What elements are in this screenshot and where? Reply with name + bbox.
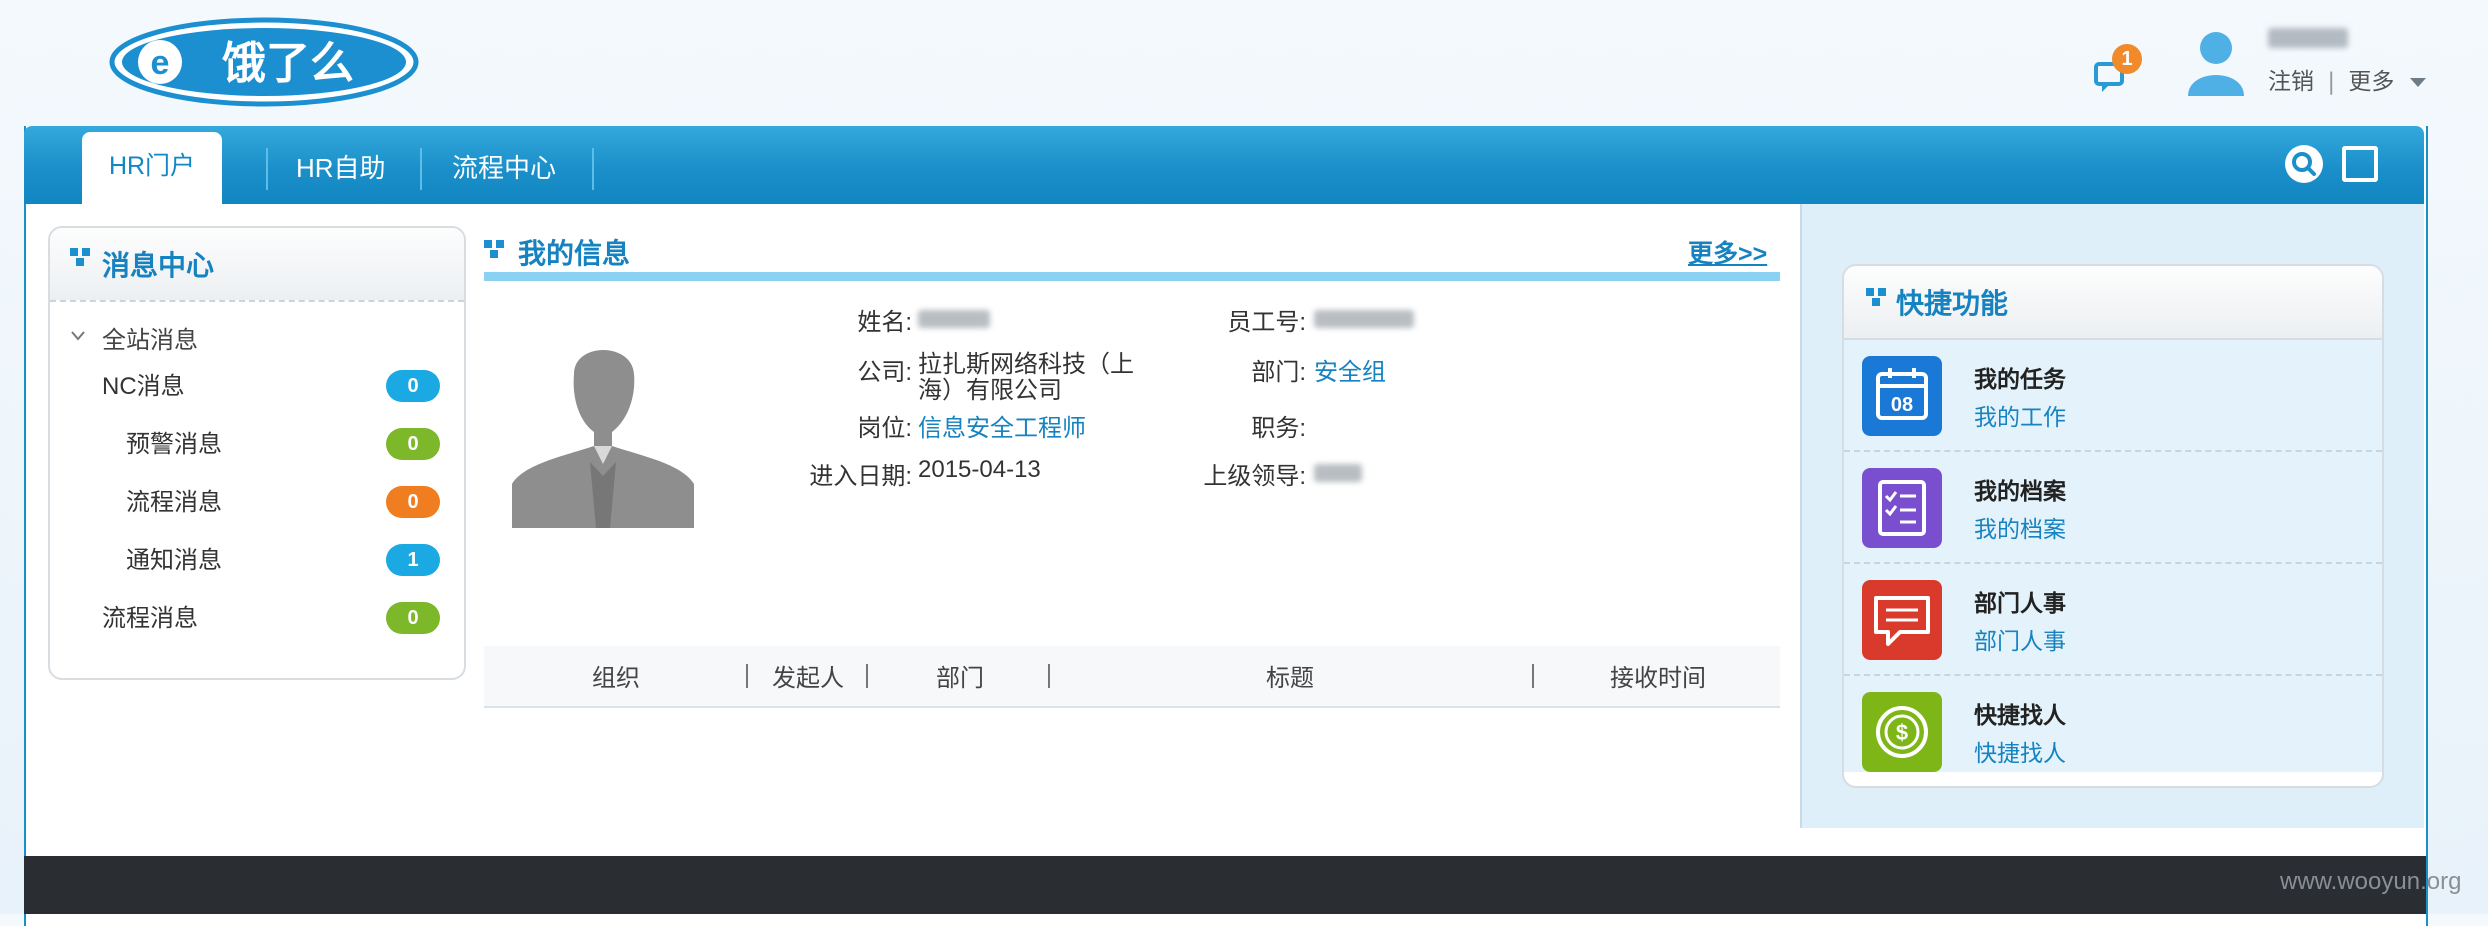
chevron-down-icon[interactable] — [2410, 78, 2427, 87]
group-all-messages[interactable]: 全站消息 — [102, 320, 198, 355]
tab-divider — [266, 148, 268, 190]
profile-photo-placeholder — [512, 350, 694, 528]
title-underline — [484, 272, 1780, 281]
username-redacted — [2268, 28, 2348, 48]
company-value: 拉扎斯网络科技（上海）有限公司 — [918, 351, 1134, 404]
name-label: 姓名: — [857, 309, 912, 336]
message-center-title: 消息中心 — [102, 250, 215, 281]
message-table-header — [484, 646, 1780, 708]
msg-count-badge: 0 — [386, 602, 440, 634]
quick-item-title[interactable]: 快捷找人 — [1974, 696, 2066, 730]
logout-link[interactable]: 注销 — [2268, 69, 2314, 95]
duty-label: 职务: — [1251, 415, 1306, 442]
calendar-badge: 08 — [1891, 394, 1913, 416]
svg-text:e: e — [151, 44, 170, 82]
more-menu[interactable]: 更多 — [2348, 69, 2394, 95]
position-value[interactable]: 信息安全工程师 — [918, 408, 1086, 443]
my-info-title: 我的信息 — [518, 238, 631, 269]
tab-hr-self-service[interactable]: HR自助 — [296, 144, 386, 192]
employee-no-redacted — [1314, 310, 1414, 328]
column-divider — [746, 664, 748, 688]
column-divider — [1048, 664, 1050, 688]
calendar-icon[interactable]: 08 — [1862, 356, 1942, 436]
company-label: 公司: — [857, 359, 912, 386]
msg-item-warning[interactable]: 预警消息 — [126, 424, 222, 459]
panel-title-icon — [70, 248, 90, 266]
tab-hr-portal[interactable]: HR门户 — [82, 132, 222, 204]
fullscreen-icon[interactable] — [2342, 146, 2378, 182]
column-header-received-time[interactable]: 接收时间 — [1610, 658, 1706, 693]
msg-item-process[interactable]: 流程消息 — [126, 482, 222, 517]
tab-divider — [592, 148, 594, 190]
my-info-more-link[interactable]: 更多>> — [1688, 234, 1767, 270]
quick-item-link[interactable]: 我的档案 — [1974, 510, 2066, 544]
svg-text:$: $ — [1896, 720, 1908, 745]
user-avatar-icon[interactable] — [2184, 28, 2248, 96]
name-value-redacted — [918, 310, 990, 328]
department-value[interactable]: 安全组 — [1314, 352, 1386, 387]
column-header-initiator[interactable]: 发起人 — [772, 658, 844, 693]
leader-label: 上级领导: — [1203, 463, 1306, 490]
panel-title-icon — [1866, 288, 1886, 306]
separator: | — [2327, 69, 2336, 95]
coin-icon[interactable]: $ — [1862, 692, 1942, 772]
notification-count-badge: 1 — [2112, 44, 2142, 74]
eleme-logo: e 饿了么 — [109, 17, 419, 107]
employee-no-label: 员工号: — [1227, 309, 1306, 336]
msg-count-badge: 0 — [386, 486, 440, 518]
quick-item-title[interactable]: 部门人事 — [1974, 584, 2066, 618]
tab-process-center[interactable]: 流程中心 — [452, 144, 556, 192]
column-divider — [866, 664, 868, 688]
tab-divider — [420, 148, 422, 190]
chevron-down-icon[interactable] — [70, 330, 86, 342]
watermark: www.wooyun.org — [2280, 868, 2462, 895]
svg-text:饿了么: 饿了么 — [222, 38, 354, 89]
leader-value-redacted — [1314, 464, 1362, 482]
position-label: 岗位: — [857, 415, 912, 442]
quick-item-link[interactable]: 快捷找人 — [1974, 734, 2066, 768]
column-header-title[interactable]: 标题 — [1266, 658, 1314, 693]
join-date-value: 2015-04-13 — [918, 456, 1041, 483]
notification-button[interactable]: 1 — [2094, 44, 2142, 96]
quick-item-title[interactable]: 我的档案 — [1974, 472, 2066, 506]
quick-item-link[interactable]: 部门人事 — [1974, 622, 2066, 656]
column-divider — [1532, 664, 1534, 688]
search-icon[interactable] — [2284, 144, 2324, 184]
join-date-label: 进入日期: — [809, 463, 912, 490]
quick-item-title[interactable]: 我的任务 — [1974, 360, 2066, 394]
quick-item-link[interactable]: 我的工作 — [1974, 398, 2066, 432]
msg-item-nc[interactable]: NC消息 — [102, 366, 185, 401]
chat-list-icon[interactable] — [1862, 580, 1942, 660]
msg-count-badge: 1 — [386, 544, 440, 576]
user-actions: 注销 | 更多 — [2268, 62, 2432, 96]
column-header-dept[interactable]: 部门 — [936, 658, 984, 693]
msg-count-badge: 0 — [386, 428, 440, 460]
msg-item-workflow[interactable]: 流程消息 — [102, 598, 198, 633]
quick-functions-title: 快捷功能 — [1896, 288, 2009, 319]
department-label: 部门: — [1251, 359, 1306, 386]
checklist-icon[interactable] — [1862, 468, 1942, 548]
column-header-org[interactable]: 组织 — [592, 658, 640, 693]
msg-count-badge: 0 — [386, 370, 440, 402]
footer-bar — [24, 856, 2426, 914]
panel-title-icon — [484, 240, 504, 258]
msg-item-notice[interactable]: 通知消息 — [126, 540, 222, 575]
